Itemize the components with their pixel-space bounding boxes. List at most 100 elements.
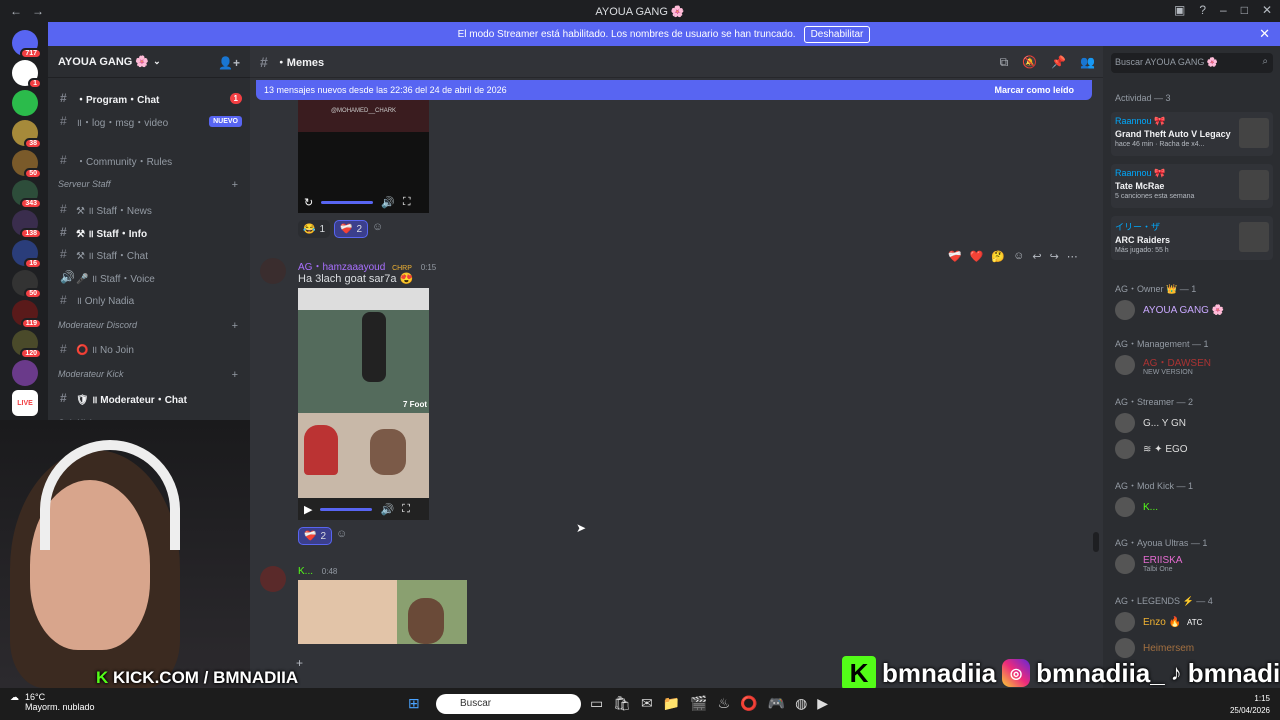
server-icon[interactable]: 717	[12, 30, 42, 59]
think-react-icon[interactable]: 🤔	[991, 250, 1005, 263]
kick-app-icon[interactable]: ▶	[817, 695, 828, 712]
close-banner-icon[interactable]: ✕	[1259, 26, 1270, 42]
message-author[interactable]: AG・hamzaaayoud CHRP 0:15	[298, 258, 436, 273]
server-icon[interactable]: 120	[12, 330, 42, 359]
server-icon[interactable]: 38	[12, 120, 42, 149]
obs-icon[interactable]: ◍	[795, 695, 807, 712]
add-reaction-icon[interactable]: ☺	[336, 528, 352, 544]
channel-item[interactable]: # ⚒ ॥ Staff・News	[56, 199, 242, 219]
member-group-header: AG・Mod Kick — 1	[1115, 481, 1194, 491]
avatar	[1115, 497, 1135, 517]
channel-item[interactable]: # ・Program・Chat 1	[56, 88, 242, 108]
outlook-icon[interactable]: ✉	[641, 695, 653, 712]
member-item[interactable]: Enzo 🔥 ATC	[1111, 609, 1275, 635]
server-icon[interactable]: 1	[12, 60, 42, 89]
volume-icon[interactable]: 🔊	[381, 196, 395, 209]
heart-react-icon[interactable]: ❤️‍🩹	[948, 250, 962, 263]
image-attachment[interactable]	[298, 580, 467, 644]
add-member-icon[interactable]: 👤+	[218, 56, 240, 70]
volume-slider[interactable]	[321, 200, 374, 204]
member-item[interactable]: AYOUA GANG 🌸	[1111, 297, 1275, 323]
disable-streamer-button[interactable]: Deshabilitar	[803, 25, 871, 43]
member-item[interactable]: G... Y GN	[1111, 410, 1275, 436]
channel-item[interactable]: # ⚒ ॥ Staff・Info	[56, 222, 242, 242]
fullscreen-icon[interactable]: ⛶	[402, 503, 410, 516]
server-search-input[interactable]: Buscar AYOUA GANG 🌸 ⌕	[1111, 53, 1273, 73]
member-item[interactable]: ≋ ✦ EGO	[1111, 436, 1275, 462]
task-view-icon[interactable]: ▭	[590, 695, 603, 712]
category-header[interactable]: Moderateur Kick +	[58, 369, 238, 381]
members-icon[interactable]: 👥	[1080, 55, 1095, 70]
more-icon[interactable]: ⋯	[1067, 250, 1078, 263]
minimize-icon[interactable]: –	[1220, 3, 1227, 17]
instagram-handle: bmnadiia_	[1036, 657, 1165, 688]
activity-card[interactable]: Raannou 🎀 Tate McRae 5 canciones esta sema…	[1111, 164, 1273, 208]
member-item[interactable]: K...	[1111, 494, 1275, 520]
mark-read-button[interactable]: Marcar como leído	[994, 85, 1074, 95]
new-messages-bar[interactable]: 13 mensajes nuevos desde las 22:36 del 2…	[256, 80, 1092, 100]
server-icon[interactable]	[12, 360, 38, 386]
play-icon[interactable]: ▶	[304, 503, 312, 516]
channel-item[interactable]: # ॥ Only Nadia	[56, 290, 242, 310]
server-icon[interactable]: 343	[12, 180, 42, 209]
channel-item[interactable]: # ॥・log・msg・video NUEVO	[56, 111, 242, 131]
inbox-icon[interactable]: ▣	[1174, 3, 1185, 17]
store-icon[interactable]: 🛍	[613, 695, 631, 712]
server-icon[interactable]: 50	[12, 270, 42, 299]
server-icon[interactable]: 119	[12, 300, 42, 329]
discord-icon[interactable]: 🎮	[768, 695, 785, 712]
video-attachment[interactable]: @MOHAMED__CHARK ↻ 🔊 ⛶	[298, 98, 429, 213]
activity-card[interactable]: イリー・ザ ARC Raiders Más jugado: 55 h	[1111, 216, 1273, 260]
heart-icon[interactable]: ❤️	[970, 250, 984, 263]
reaction-heart[interactable]: ❤️‍🩹 2	[298, 527, 333, 545]
close-icon[interactable]: ✕	[1262, 3, 1272, 17]
reaction-heart[interactable]: ❤️‍🩹 2	[334, 220, 369, 238]
video-attachment[interactable]: 7 Foot ▶ 🔊 ⛶	[298, 288, 429, 520]
forward-message-icon[interactable]: ↪	[1050, 250, 1059, 263]
volume-icon[interactable]: 🔊	[380, 503, 394, 516]
maximize-icon[interactable]: □	[1241, 3, 1248, 17]
create-channel-icon[interactable]: +	[232, 179, 238, 191]
server-icon[interactable]: 138	[12, 210, 42, 239]
pin-icon[interactable]: 📌	[1051, 55, 1066, 70]
channel-item[interactable]: 🔊 🎤 ॥ Staff・Voice	[56, 267, 242, 287]
message-author[interactable]: K... 0:48	[298, 566, 337, 577]
taskbar-search-input[interactable]: Buscar	[436, 694, 581, 714]
avatar[interactable]	[260, 566, 286, 592]
category-header[interactable]: Moderateur Discord +	[58, 320, 238, 332]
server-icon[interactable]	[12, 90, 38, 116]
mute-icon[interactable]: 🔕	[1022, 55, 1037, 70]
steam-icon[interactable]: ♨	[718, 695, 731, 712]
reaction-laugh[interactable]: 😂 1	[298, 220, 331, 238]
create-channel-icon[interactable]: +	[232, 369, 238, 381]
capture-icon[interactable]: 🎬	[690, 695, 707, 712]
channel-item[interactable]: # 🛡 ॥ Moderateur・Chat	[56, 388, 242, 408]
channel-item[interactable]: # ・Community・Rules	[56, 150, 242, 170]
guild-header[interactable]: AYOUA GANG 🌸 ⌄ 👤+	[48, 46, 250, 78]
file-explorer-icon[interactable]: 📁	[663, 695, 680, 712]
add-reaction-icon[interactable]: ☺	[1013, 250, 1024, 263]
opera-icon[interactable]: ⭕	[740, 695, 757, 712]
member-item[interactable]: AG・DAWSEN NEW VERSION	[1111, 352, 1275, 378]
server-icon[interactable]: 16	[12, 240, 42, 269]
member-item[interactable]: ERIISKA Talbi One	[1111, 551, 1275, 577]
create-channel-icon[interactable]: +	[232, 320, 238, 332]
add-reaction-icon[interactable]: ☺	[372, 221, 388, 237]
category-header[interactable]: Serveur Staff +	[58, 179, 238, 191]
volume-slider[interactable]	[320, 507, 373, 511]
clock[interactable]: 1:15 25/04/2026	[1230, 693, 1270, 717]
fullscreen-icon[interactable]: ⛶	[403, 196, 411, 209]
weather-widget[interactable]: ☁ 16°C Mayorm. nublado	[10, 692, 95, 712]
help-icon[interactable]: ?	[1199, 3, 1206, 17]
avatar[interactable]	[260, 258, 286, 284]
replay-icon[interactable]: ↻	[304, 196, 313, 209]
threads-icon[interactable]: ⧉	[1000, 55, 1009, 70]
channel-item[interactable]: # ⭕ ॥ No Join	[56, 339, 242, 359]
server-icon[interactable]: LIVE	[12, 390, 38, 416]
server-icon[interactable]: 50	[12, 150, 42, 179]
windows-start-icon[interactable]: ⊞	[408, 695, 420, 712]
activity-card[interactable]: Raannou 🎀 Grand Theft Auto V Legacy hace 4…	[1111, 112, 1273, 156]
scrollbar[interactable]	[1093, 532, 1099, 552]
channel-item[interactable]: # ⚒ ॥ Staff・Chat	[56, 244, 242, 264]
reply-icon[interactable]: ↩	[1032, 250, 1041, 263]
